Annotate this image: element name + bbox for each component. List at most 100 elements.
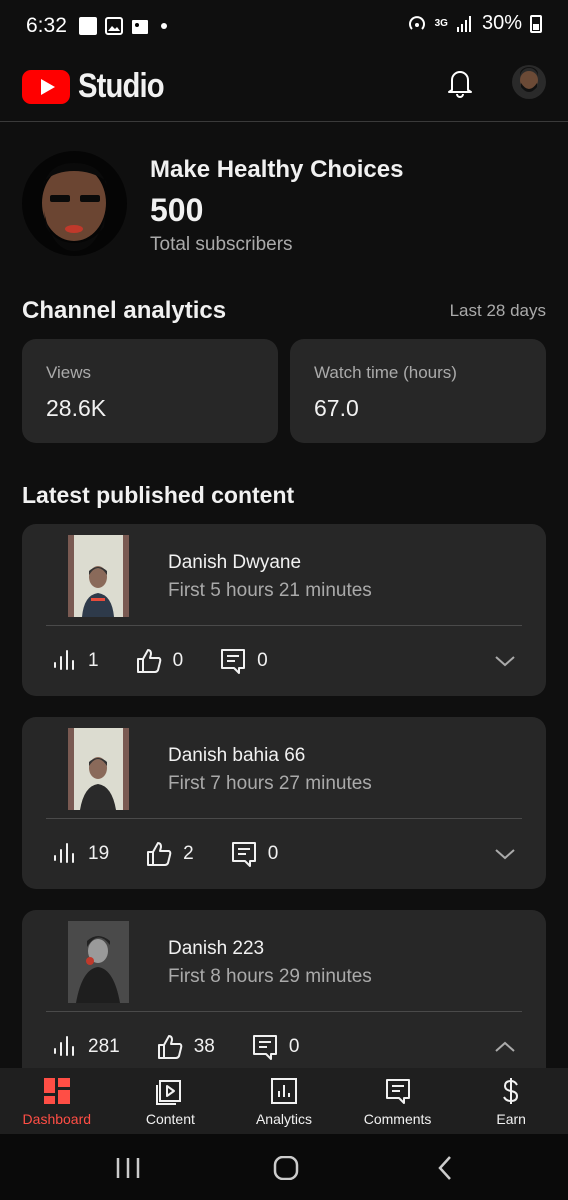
video-metrics: 19 2 0	[50, 839, 314, 869]
status-notification-icons	[78, 17, 167, 35]
avatar-face-icon	[520, 67, 538, 92]
views-count: 1	[88, 650, 99, 671]
latest-content-title: Latest published content	[22, 482, 295, 508]
dashboard-icon	[43, 1078, 70, 1104]
video-thumbnail[interactable]	[68, 728, 129, 810]
nav-earn[interactable]: Earn	[454, 1068, 568, 1134]
watch-time-card[interactable]: Watch time (hours) 67.0	[290, 339, 546, 443]
battery-icon	[530, 14, 542, 33]
nav-dashboard[interactable]: Dashboard	[0, 1068, 114, 1134]
like-icon	[157, 1035, 183, 1059]
nav-label: Earn	[496, 1111, 526, 1127]
nav-analytics[interactable]: Analytics	[227, 1068, 341, 1134]
signal-icon	[456, 15, 471, 32]
back-icon[interactable]	[432, 1156, 460, 1180]
video-thumbnail[interactable]	[68, 921, 129, 1003]
gallery-icon	[104, 17, 123, 35]
video-period: First 8 hours 29 minutes	[168, 966, 372, 987]
video-title[interactable]: Danish Dwyane	[168, 552, 301, 574]
channel-analytics-title: Channel analytics	[22, 297, 227, 324]
likes-count: 2	[183, 843, 194, 864]
video-card[interactable]: Danish Dwyane First 5 hours 21 minutes 1…	[22, 524, 546, 696]
likes-count: 0	[172, 650, 184, 671]
comments-count: 0	[288, 1036, 300, 1057]
app-header: Studio	[0, 52, 568, 122]
views-count: 19	[88, 843, 110, 864]
video-metrics: 1 0 0	[50, 646, 304, 676]
channel-avatar-illustration	[42, 163, 108, 251]
comment-icon	[252, 1035, 277, 1060]
comment-icon	[221, 649, 246, 674]
watch-time-label: Watch time (hours)	[314, 363, 457, 382]
chevron-down-icon[interactable]	[494, 652, 516, 670]
content-icon	[156, 1080, 182, 1105]
system-navigation-bar	[0, 1134, 568, 1200]
card-divider	[46, 1011, 522, 1012]
views-metric: 19	[50, 840, 109, 868]
views-metric: 1	[50, 647, 99, 675]
views-icon	[54, 1036, 74, 1056]
status-time: 6:32	[26, 14, 67, 37]
video-title[interactable]: Danish bahia 66	[168, 745, 305, 767]
subscriber-label: Total subscribers	[150, 234, 293, 255]
views-label: Views	[46, 363, 92, 382]
account-avatar[interactable]	[512, 65, 546, 99]
analytics-icon	[270, 1078, 297, 1104]
earn-icon	[503, 1078, 519, 1104]
more-notifications-dot	[160, 23, 167, 29]
recent-apps-icon[interactable]	[114, 1156, 142, 1180]
bell-icon[interactable]	[446, 66, 474, 98]
chevron-down-icon[interactable]	[494, 845, 516, 863]
bottom-nav: Dashboard Content Analytics Comments Ear…	[0, 1068, 568, 1134]
channel-avatar[interactable]	[22, 151, 127, 256]
comments-metric: 0	[219, 647, 268, 675]
views-icon	[54, 843, 74, 863]
analytics-period: Last 28 days	[449, 301, 546, 320]
battery-percent: 30%	[481, 12, 522, 34]
video-title[interactable]: Danish 223	[168, 938, 264, 960]
chevron-up-icon[interactable]	[494, 1038, 516, 1056]
like-icon	[147, 842, 172, 866]
video-period: First 5 hours 21 minutes	[168, 580, 372, 601]
card-divider	[46, 818, 522, 819]
card-divider	[46, 625, 522, 626]
nav-label: Comments	[363, 1111, 432, 1127]
status-right: 3G 30%	[407, 12, 542, 35]
channel-name: Make Healthy Choices	[150, 156, 404, 183]
subscriber-count: 500	[150, 192, 204, 228]
comment-icon	[231, 842, 256, 867]
video-card[interactable]: Danish 223 First 8 hours 29 minutes 281 …	[22, 910, 546, 1082]
youtube-logo-icon[interactable]	[22, 69, 70, 104]
views-card[interactable]: Views 28.6K	[22, 339, 278, 443]
likes-metric: 38	[156, 1033, 215, 1061]
views-icon	[54, 650, 74, 670]
views-value: 28.6K	[46, 395, 107, 421]
likes-metric: 2	[145, 840, 194, 868]
nav-comments[interactable]: Comments	[341, 1068, 455, 1134]
views-count: 281	[88, 1036, 120, 1057]
likes-metric: 0	[135, 647, 184, 675]
video-metrics: 281 38 0	[50, 1032, 335, 1062]
comments-count: 0	[257, 650, 268, 671]
comments-metric: 0	[230, 840, 279, 868]
views-metric: 281	[50, 1033, 120, 1061]
video-card[interactable]: Danish bahia 66 First 7 hours 27 minutes…	[22, 717, 546, 889]
nav-label: Content	[145, 1111, 195, 1127]
watch-time-value: 67.0	[314, 395, 359, 421]
comments-metric: 0	[251, 1033, 300, 1061]
video-period: First 7 hours 27 minutes	[168, 773, 372, 794]
like-icon	[136, 649, 161, 673]
status-bar: 6:32 3G 30%	[0, 0, 568, 52]
comments-count: 0	[267, 843, 279, 864]
home-icon[interactable]	[272, 1156, 300, 1180]
video-thumbnail[interactable]	[68, 535, 129, 617]
network-type: 3G	[434, 17, 448, 29]
nav-content[interactable]: Content	[114, 1068, 228, 1134]
nav-label: Analytics	[255, 1111, 312, 1127]
photo-icon	[131, 20, 148, 34]
comments-icon	[385, 1079, 410, 1104]
likes-count: 38	[193, 1036, 215, 1057]
notification-icon	[78, 17, 97, 35]
nav-label: Dashboard	[22, 1111, 92, 1127]
app-title: Studio	[78, 67, 165, 105]
